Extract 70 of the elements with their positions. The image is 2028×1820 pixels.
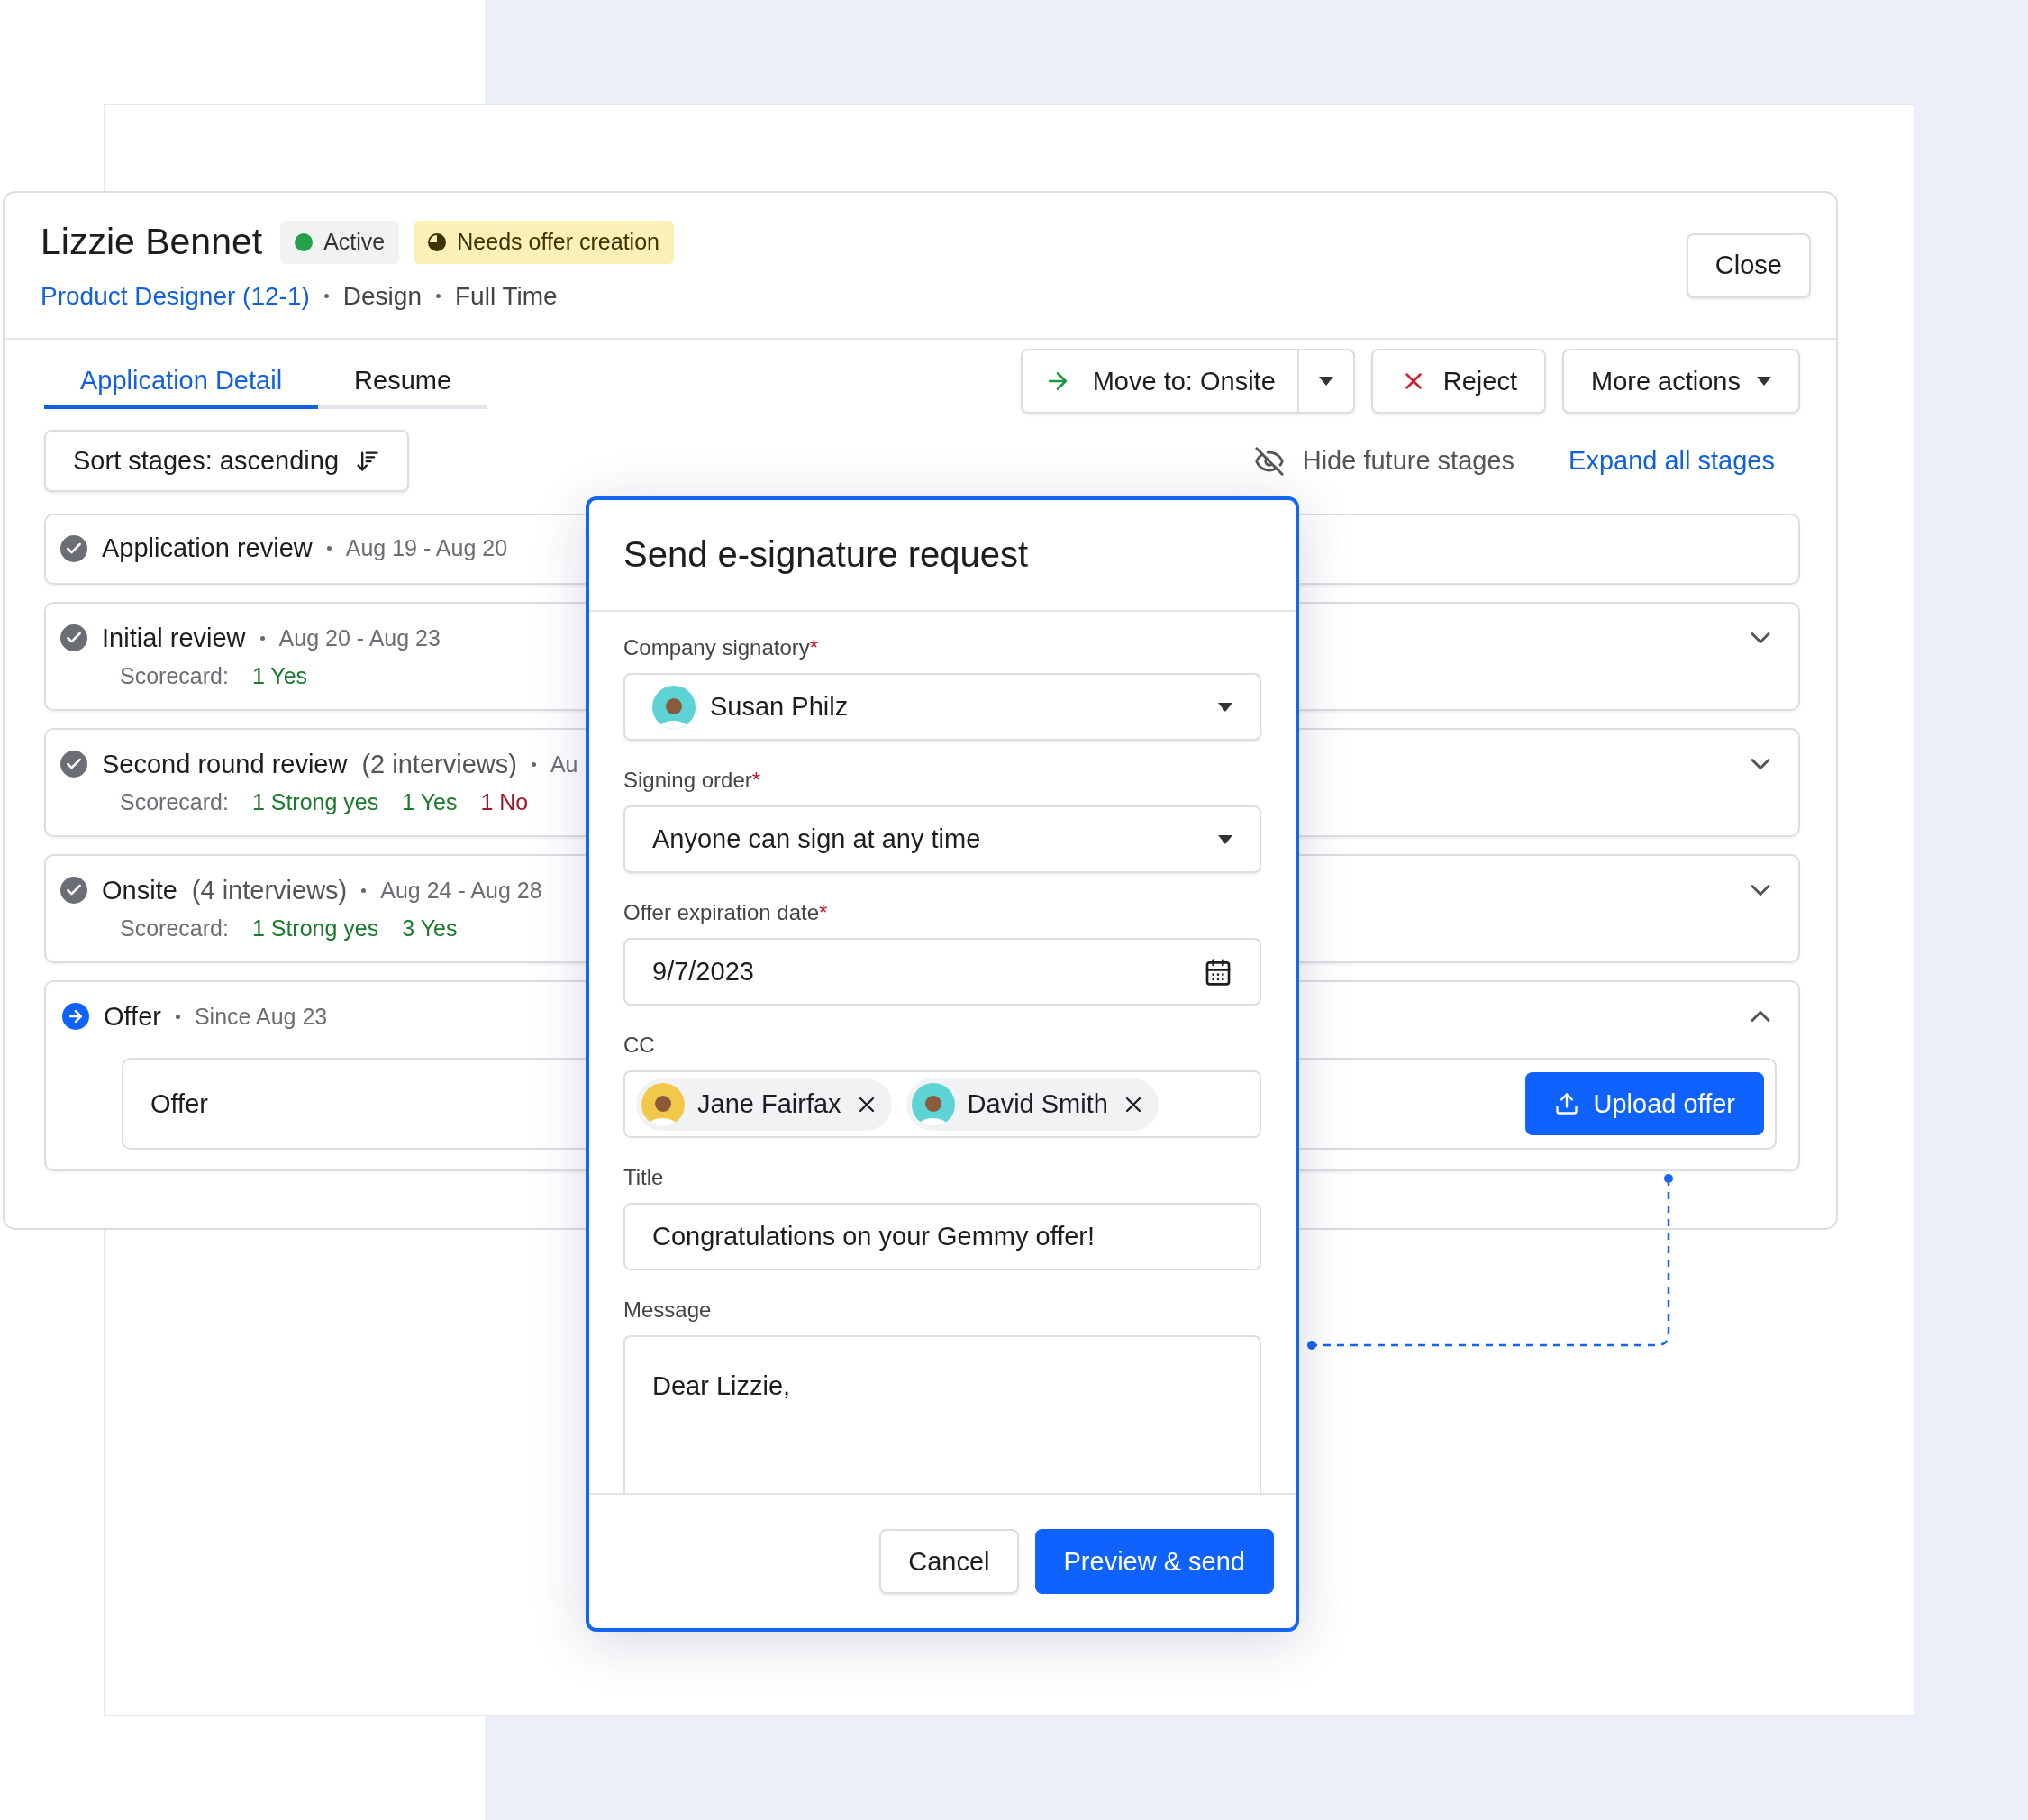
offer-label: Offer <box>150 1088 208 1119</box>
caret-icon <box>1218 834 1232 844</box>
stage-date: Since Aug 23 <box>194 1003 328 1030</box>
reject-button[interactable]: Reject <box>1370 349 1546 414</box>
dialog-title: Send e-signature request <box>589 500 1296 612</box>
calendar-icon <box>1204 957 1232 987</box>
stage-date: Aug 24 - Aug 28 <box>380 877 542 904</box>
status-badge: Active <box>280 220 400 264</box>
score: 1 Yes <box>402 789 458 815</box>
separator-dot <box>326 546 332 551</box>
stage-title: Application review <box>102 533 313 563</box>
status-badge: Needs offer creation <box>414 220 674 264</box>
date-field[interactable]: 9/7/2023 <box>623 938 1261 1006</box>
cancel-button[interactable]: Cancel <box>879 1529 1019 1594</box>
job-meta: Full Time <box>455 281 558 311</box>
caret-icon <box>1318 377 1333 386</box>
score: 1 Strong yes <box>251 789 379 815</box>
cc-field[interactable]: Jane Fairfax David Smith <box>623 1070 1261 1138</box>
hide-future-stages-toggle[interactable]: Hide future stages <box>1302 446 1515 476</box>
close-button[interactable]: Close <box>1686 232 1811 298</box>
score: 1 Yes <box>251 663 308 689</box>
title-field[interactable]: Congratulations on your Gemmy offer! <box>623 1203 1261 1270</box>
stage-date: Aug 20 - Aug 23 <box>278 624 441 651</box>
sort-button[interactable]: Sort stages: ascending <box>44 430 409 492</box>
caret-icon <box>1218 702 1232 712</box>
signing-order-select[interactable]: Anyone can sign at any time <box>623 805 1261 873</box>
expand-all-link[interactable]: Expand all stages <box>1569 446 1775 476</box>
progress-icon <box>428 232 447 251</box>
field-label: Message <box>623 1297 713 1323</box>
upload-icon <box>1553 1091 1579 1116</box>
candidate-name: Lizzie Bennet <box>41 221 263 263</box>
more-actions-button[interactable]: More actions <box>1562 349 1800 414</box>
recipient-name: David Smith <box>967 1089 1108 1119</box>
field-label: CC <box>623 1033 656 1058</box>
stage-title: Onsite <box>102 875 177 905</box>
eye-off-icon <box>1253 445 1285 477</box>
tab[interactable]: Resume <box>318 355 488 409</box>
message-field[interactable]: Dear Lizzie, <box>623 1335 1261 1493</box>
stage-detail: (2 interviews) <box>361 749 517 779</box>
job-meta: Design <box>342 281 422 311</box>
scorecard-label: Scorecard: <box>120 663 229 689</box>
score: 3 Yes <box>402 915 458 942</box>
score: 1 Strong yes <box>251 915 379 942</box>
tab[interactable]: Application Detail <box>44 355 319 409</box>
field-label: Signing order* <box>623 768 762 793</box>
scorecard-label: Scorecard: <box>120 915 229 942</box>
field-label: Title <box>623 1165 665 1190</box>
score: 1 No <box>480 789 529 815</box>
separator-dot <box>436 294 441 298</box>
separator-dot <box>361 887 367 893</box>
field-label: Offer expiration date* <box>623 900 829 925</box>
separator-dot <box>175 1014 180 1019</box>
stage-title: Second round review <box>102 749 348 779</box>
status-dot <box>295 232 314 251</box>
preview-send-button[interactable]: Preview & send <box>1034 1529 1274 1594</box>
upload-offer-button[interactable]: Upload offer <box>1524 1072 1764 1135</box>
caret-icon <box>1757 377 1771 386</box>
separator-dot <box>531 761 536 767</box>
job-link[interactable]: Product Designer (12-1) <box>41 281 310 311</box>
stage-date: Aug 19 - Aug 20 <box>345 535 508 561</box>
stage-title: Offer <box>104 1001 161 1032</box>
stage-title: Initial review <box>102 623 246 653</box>
signatory-select[interactable]: Susan Philz <box>623 673 1261 741</box>
stage-detail: (4 interviews) <box>191 875 348 905</box>
separator-dot <box>323 294 329 298</box>
field-label: Company signatory* <box>623 635 820 660</box>
stage-date: Au <box>550 751 578 778</box>
recipient-name: Jane Fairfax <box>697 1089 841 1119</box>
scorecard-label: Scorecard: <box>120 789 229 815</box>
separator-dot <box>259 635 265 641</box>
